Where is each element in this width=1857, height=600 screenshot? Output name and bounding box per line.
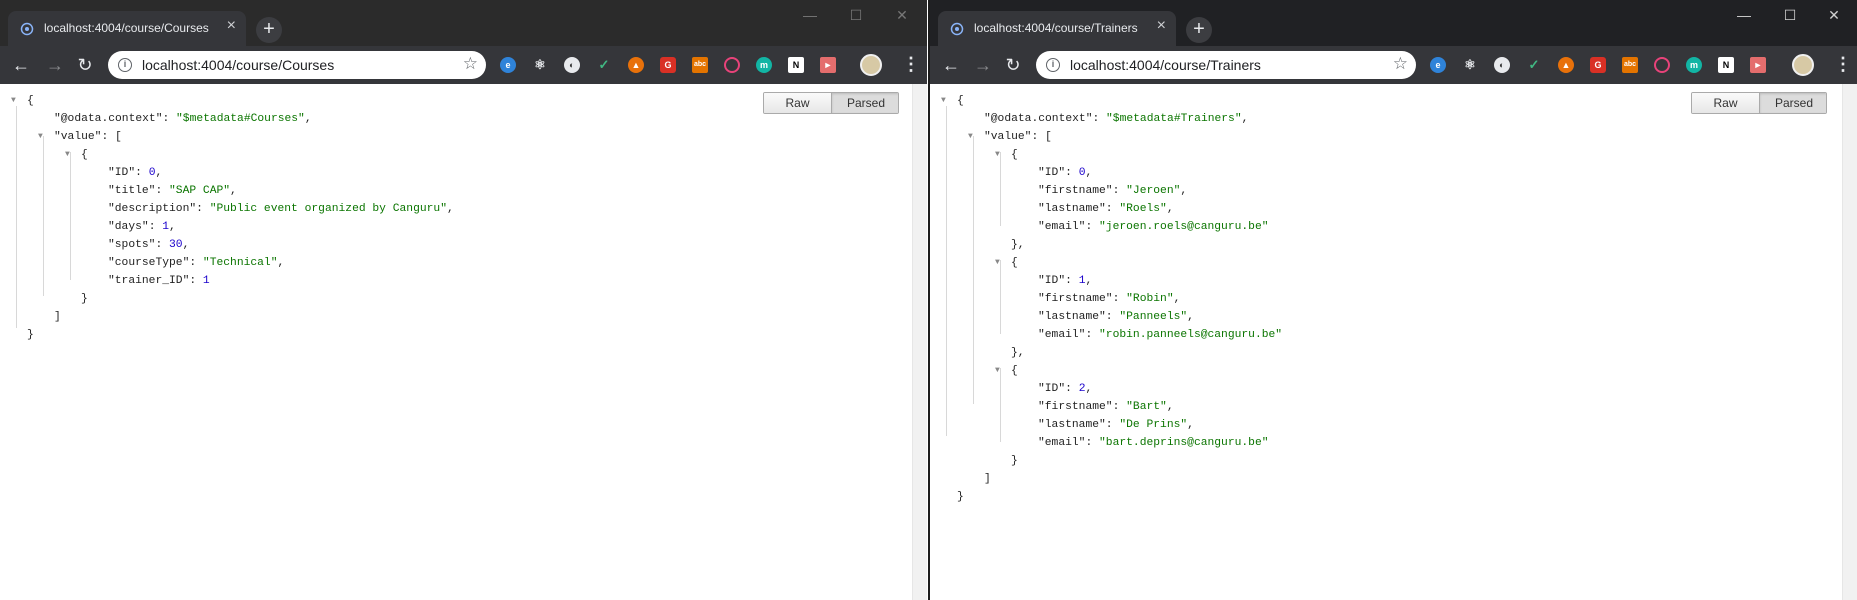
collapse-toggle-icon[interactable]: ▼ <box>995 150 1005 160</box>
arrow-icon[interactable]: ► <box>1750 57 1766 73</box>
new-tab-button[interactable]: + <box>1186 17 1212 43</box>
tab-title: localhost:4004/course/Trainers <box>974 21 1138 35</box>
raw-button[interactable]: Raw <box>764 93 832 113</box>
back-arrow-icon[interactable]: ← <box>8 52 34 78</box>
reload-icon[interactable]: ↻ <box>1000 52 1026 78</box>
collapse-toggle-icon[interactable]: ▼ <box>995 258 1005 268</box>
more-menu-icon[interactable]: ⋮ <box>1834 53 1852 77</box>
browser-window-trainers: localhost:4004/course/Trainers × + — ☐ ✕… <box>928 0 1857 600</box>
maximize-button[interactable]: ☐ <box>1767 0 1813 30</box>
tab-close-icon[interactable]: × <box>1157 17 1166 35</box>
info-icon[interactable]: i <box>118 58 132 72</box>
close-window-button[interactable]: ✕ <box>879 0 925 30</box>
parsed-button[interactable]: Parsed <box>1760 93 1826 113</box>
edge-icon[interactable]: e <box>1430 57 1446 73</box>
react-devtools-icon[interactable]: ⚛ <box>532 57 548 73</box>
title-bar: localhost:4004/course/Trainers × + — ☐ ✕ <box>930 0 1857 46</box>
raw-parsed-toggle: Raw Parsed <box>1691 92 1827 114</box>
close-window-button[interactable]: ✕ <box>1811 0 1857 30</box>
address-bar[interactable]: i localhost:4004/course/Trainers ☆ <box>1036 51 1416 79</box>
new-tab-button[interactable]: + <box>256 17 282 43</box>
vue-icon[interactable]: ✓ <box>596 57 612 73</box>
vue-icon[interactable]: ✓ <box>1526 57 1542 73</box>
m-icon[interactable]: m <box>1686 57 1702 73</box>
back-arrow-icon[interactable]: ← <box>938 52 964 78</box>
collapse-toggle-icon[interactable]: ▼ <box>995 366 1005 376</box>
reload-icon[interactable]: ↻ <box>72 52 98 78</box>
tab-title: localhost:4004/course/Courses <box>44 21 209 35</box>
forward-arrow-icon[interactable]: → <box>42 52 68 78</box>
shield-icon[interactable]: G <box>1590 57 1606 73</box>
arrow-icon[interactable]: ► <box>820 57 836 73</box>
page-content: Raw Parsed ▼{ "@odata.context": "$metada… <box>930 84 1857 600</box>
collapse-toggle-icon[interactable]: ▼ <box>65 150 75 160</box>
m-icon[interactable]: m <box>756 57 772 73</box>
record-icon[interactable] <box>724 57 740 73</box>
minimize-button[interactable]: — <box>787 0 833 30</box>
address-bar[interactable]: i localhost:4004/course/Courses ☆ <box>108 51 486 79</box>
notion-icon[interactable]: N <box>788 57 804 73</box>
forward-arrow-icon[interactable]: → <box>970 52 996 78</box>
browser-toolbar: ← → ↻ i localhost:4004/course/Courses ☆ … <box>0 46 927 84</box>
notion-icon[interactable]: N <box>1718 57 1734 73</box>
browser-tab[interactable]: localhost:4004/course/Courses × <box>8 11 246 46</box>
react-devtools-icon[interactable]: ⚛ <box>1462 57 1478 73</box>
title-bar: localhost:4004/course/Courses × + — ☐ ✕ <box>0 0 927 46</box>
browser-tab[interactable]: localhost:4004/course/Trainers × <box>938 11 1176 46</box>
record-icon[interactable] <box>1654 57 1670 73</box>
info-icon[interactable]: i <box>1046 58 1060 72</box>
raw-parsed-toggle: Raw Parsed <box>763 92 899 114</box>
bookmark-star-icon[interactable]: ☆ <box>1393 54 1408 74</box>
raw-button[interactable]: Raw <box>1692 93 1760 113</box>
collapse-toggle-icon[interactable]: ▼ <box>11 96 21 106</box>
url-text[interactable]: localhost:4004/course/Courses <box>142 57 334 73</box>
cds-favicon-icon <box>950 22 964 36</box>
bookmark-star-icon[interactable]: ☆ <box>463 54 478 74</box>
lighthouse-icon[interactable]: ▲ <box>628 57 644 73</box>
lighthouse-icon[interactable]: ▲ <box>1558 57 1574 73</box>
avatar[interactable] <box>1792 54 1814 76</box>
vertical-scrollbar[interactable] <box>912 84 927 600</box>
maximize-button[interactable]: ☐ <box>833 0 879 30</box>
collapse-toggle-icon[interactable]: ▼ <box>968 132 978 142</box>
browser-window-courses: localhost:4004/course/Courses × + — ☐ ✕ … <box>0 0 927 600</box>
minimize-button[interactable]: — <box>1721 0 1767 30</box>
json-viewer: ▼{ "@odata.context": "$metadata#Trainers… <box>941 95 1283 503</box>
cds-favicon-icon <box>20 22 34 36</box>
ublock-icon[interactable]: ◐ <box>564 57 580 73</box>
browser-toolbar: ← → ↻ i localhost:4004/course/Trainers ☆… <box>930 46 1857 84</box>
collapse-toggle-icon[interactable]: ▼ <box>941 96 951 106</box>
ublock-icon[interactable]: ◐ <box>1494 57 1510 73</box>
ad-icon[interactable]: abc <box>1622 57 1638 73</box>
edge-icon[interactable]: e <box>500 57 516 73</box>
collapse-toggle-icon[interactable]: ▼ <box>38 132 48 142</box>
vertical-scrollbar[interactable] <box>1842 84 1857 600</box>
shield-icon[interactable]: G <box>660 57 676 73</box>
ad-icon[interactable]: abc <box>692 57 708 73</box>
tab-close-icon[interactable]: × <box>227 17 236 35</box>
url-text[interactable]: localhost:4004/course/Trainers <box>1070 57 1261 73</box>
parsed-button[interactable]: Parsed <box>832 93 898 113</box>
more-menu-icon[interactable]: ⋮ <box>902 53 920 77</box>
json-viewer: ▼{ "@odata.context": "$metadata#Courses"… <box>11 95 454 341</box>
page-content: Raw Parsed ▼{ "@odata.context": "$metada… <box>0 84 927 600</box>
avatar[interactable] <box>860 54 882 76</box>
